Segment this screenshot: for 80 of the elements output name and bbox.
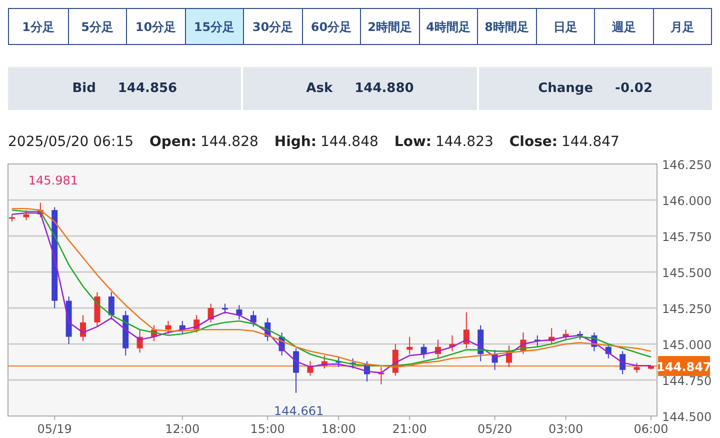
candlestick — [236, 304, 242, 320]
candlestick — [321, 355, 328, 369]
candlestick — [605, 344, 612, 359]
quote-label: Bid — [72, 80, 96, 98]
quote-value: -0.02 — [615, 80, 653, 98]
y-axis-label: 144.750 — [662, 374, 712, 388]
candlestick — [122, 310, 129, 356]
candlestick — [23, 210, 30, 221]
candlestick — [108, 292, 114, 320]
y-axis-label: 146.000 — [662, 194, 712, 208]
timestamp: 2025/05/20 06:15 — [8, 132, 134, 152]
candlestick — [250, 310, 256, 328]
candlestick — [520, 332, 526, 355]
y-axis-label: 145.000 — [662, 338, 712, 352]
candlestick — [264, 318, 271, 342]
y-axis-label: 144.500 — [662, 410, 712, 424]
ohlc-value: 144.848 — [320, 132, 378, 152]
candlestick — [506, 344, 512, 368]
candlestick — [620, 350, 626, 375]
candlestick — [350, 358, 356, 369]
candlestick — [406, 336, 413, 355]
candlestick — [37, 202, 44, 218]
current-price-tag: 144.847 — [656, 356, 712, 376]
candlestick — [492, 349, 498, 370]
y-axis-label: 145.750 — [662, 230, 712, 244]
candlestick — [208, 303, 214, 323]
low-price-annotation: 144.661 — [274, 404, 324, 418]
candlestick — [80, 314, 86, 342]
candlestick — [151, 324, 157, 342]
ohlc-value: 144.847 — [562, 132, 620, 152]
x-axis-label: 05/19 — [37, 422, 72, 436]
candlestick — [179, 320, 186, 334]
candlestick — [136, 329, 143, 354]
ohlc-label: High: — [274, 132, 316, 152]
ohlc-value: 144.823 — [435, 132, 494, 152]
candlestick — [435, 339, 441, 359]
x-axis-label: 18:00 — [321, 422, 356, 436]
quote-value: 144.856 — [118, 80, 178, 98]
timeframe-tab[interactable]: 15分足 — [184, 9, 243, 44]
high-price-annotation: 145.981 — [28, 174, 78, 188]
candlestick — [194, 314, 200, 333]
y-axis-label: 146.250 — [662, 158, 712, 172]
candlestick — [165, 320, 172, 334]
candlestick — [534, 334, 540, 348]
candlestick — [378, 366, 384, 385]
candlestick — [449, 334, 456, 352]
candlestick — [66, 296, 72, 344]
quote-value: 144.880 — [354, 80, 414, 98]
candlestick — [562, 329, 569, 340]
candlestick — [548, 328, 555, 344]
y-axis-label: 145.500 — [662, 266, 712, 280]
candlestick — [364, 360, 370, 382]
x-axis-label: 15:00 — [250, 422, 285, 436]
candlestick — [420, 344, 427, 359]
ohlc-label: Close: — [509, 132, 558, 152]
ohlc-label: Open: — [150, 132, 196, 152]
x-axis-label: 03:00 — [548, 422, 584, 436]
candlestick — [392, 344, 398, 376]
candlestick — [293, 348, 299, 394]
ohlc-label: Low: — [394, 132, 432, 152]
x-axis-label: 05/20 — [478, 422, 512, 436]
candlestick — [648, 365, 654, 370]
y-axis-label: 145.250 — [662, 302, 712, 316]
ohlc-value: 144.828 — [200, 132, 258, 152]
candlestick — [336, 356, 342, 368]
quote-label: Ask — [306, 80, 333, 98]
candlestick — [278, 332, 285, 356]
candlestick — [94, 292, 100, 328]
candlestick — [634, 362, 640, 374]
candlestick — [307, 360, 314, 376]
candlestick — [9, 214, 15, 222]
candlestick — [591, 332, 598, 352]
candlestick — [478, 324, 484, 362]
x-axis-label: 12:00 — [165, 422, 200, 436]
candlestick — [577, 330, 583, 340]
x-axis-label: 21:00 — [392, 422, 427, 436]
quote-label: Change — [538, 80, 594, 98]
candlestick — [463, 312, 470, 349]
x-axis-label: 06:00 — [634, 422, 668, 436]
candlestick — [222, 303, 228, 314]
